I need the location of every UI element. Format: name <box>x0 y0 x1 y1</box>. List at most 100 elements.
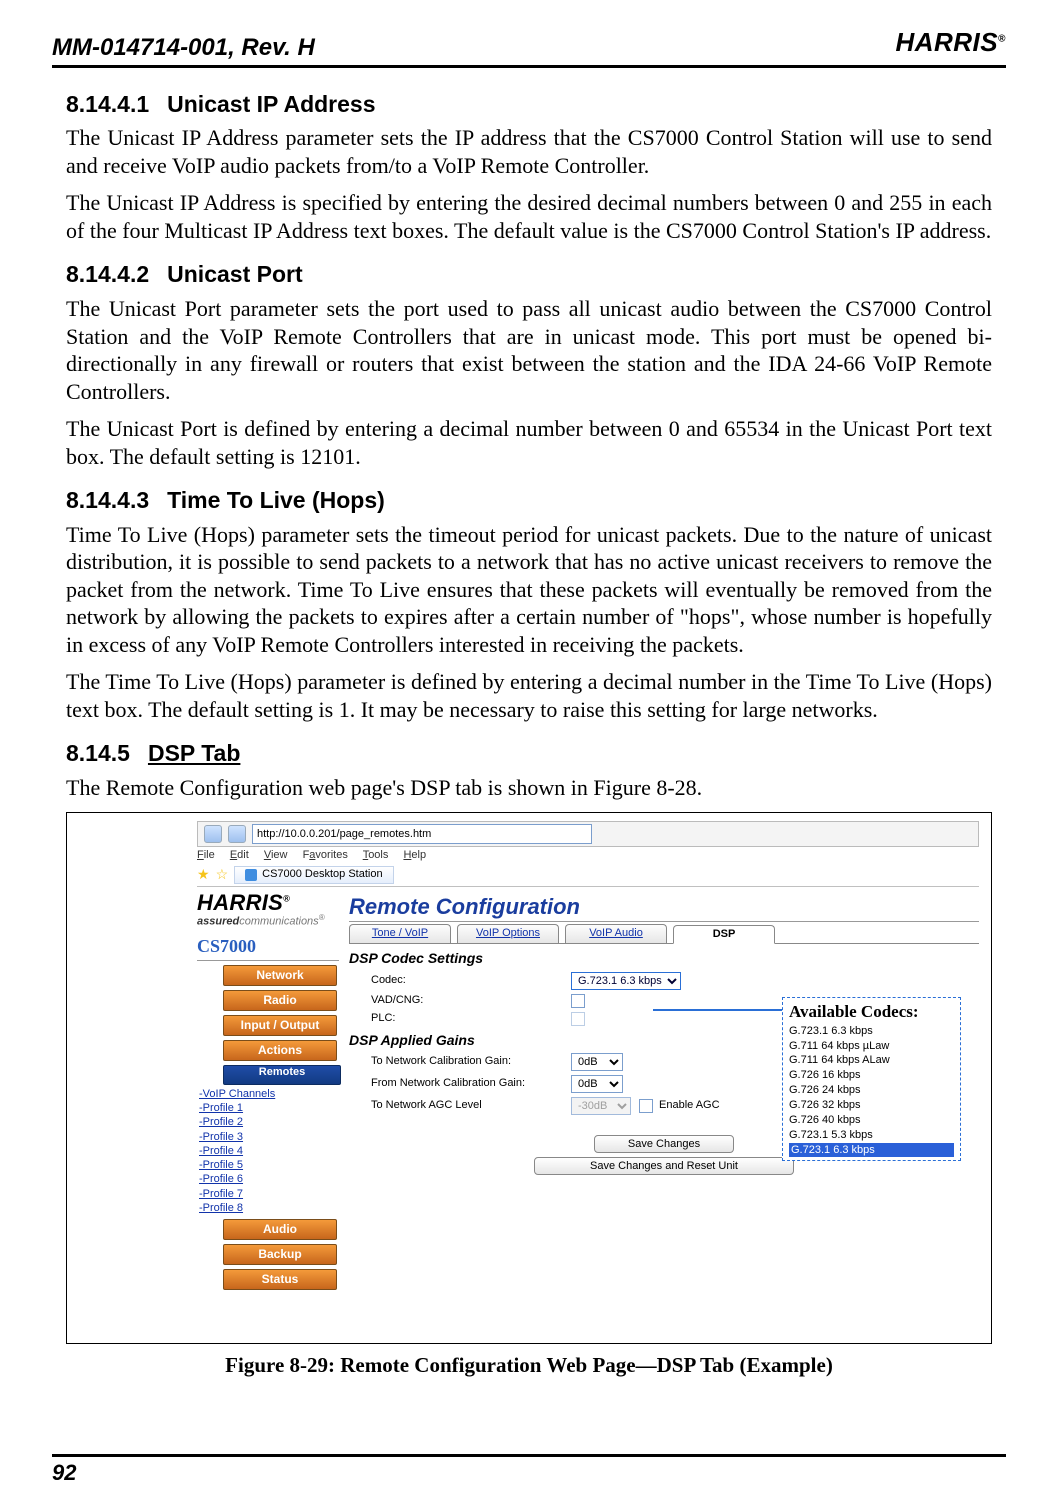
nav-status[interactable]: Status <box>223 1269 337 1290</box>
nav-io[interactable]: Input / Output <box>223 1015 337 1036</box>
sublink-profile8[interactable]: -Profile 8 <box>199 1201 339 1215</box>
add-favorite-star-icon[interactable]: ☆ <box>216 866 229 884</box>
nav-sublinks: -VoIP Channels -Profile 1 -Profile 2 -Pr… <box>199 1087 339 1216</box>
sublink-profile3[interactable]: -Profile 3 <box>199 1130 339 1144</box>
section-number: 8.14.5 <box>66 740 130 766</box>
nav-radio[interactable]: Radio <box>223 990 337 1011</box>
forward-icon[interactable] <box>228 825 246 843</box>
menu-help[interactable]: Help <box>403 849 426 861</box>
save-reset-button[interactable]: Save Changes and Reset Unit <box>534 1157 794 1175</box>
paragraph: The Unicast IP Address is specified by e… <box>66 189 992 244</box>
section-number: 8.14.4.2 <box>66 261 149 287</box>
group-codec-settings: DSP Codec Settings <box>349 950 979 968</box>
section-title: Time To Live (Hops) <box>167 487 385 513</box>
browser-tabbar: ★ ☆ CS7000 Desktop Station <box>197 866 979 887</box>
plc-label: PLC: <box>371 1012 571 1026</box>
nav-audio[interactable]: Audio <box>223 1219 337 1240</box>
browser-menu: File Edit View Favorites Tools Help <box>197 849 979 863</box>
fn-gain-label: From Network Calibration Gain: <box>371 1077 571 1091</box>
paragraph: The Unicast IP Address parameter sets th… <box>66 124 992 179</box>
tn-gain-label: To Network Calibration Gain: <box>371 1055 571 1069</box>
menu-edit[interactable]: Edit <box>230 849 249 861</box>
agc-enable-label: Enable AGC <box>659 1099 720 1113</box>
vad-checkbox[interactable] <box>571 994 585 1008</box>
panel-title: Remote Configuration <box>349 893 979 922</box>
doc-id: MM-014714-001, Rev. H <box>52 33 315 63</box>
sidebar-logo-text: HARRIS <box>197 890 283 915</box>
agc-label: To Network AGC Level <box>371 1099 571 1113</box>
section-heading: 8.14.4.2Unicast Port <box>66 260 992 289</box>
address-bar <box>197 821 979 847</box>
save-button[interactable]: Save Changes <box>594 1135 734 1153</box>
figure-caption: Figure 8-29: Remote Configuration Web Pa… <box>66 1352 992 1378</box>
codec-option-selected: G.723.1 6.3 kbps <box>789 1143 954 1158</box>
nav-network[interactable]: Network <box>223 965 337 986</box>
vad-label: VAD/CNG: <box>371 994 571 1008</box>
codec-option-label: G.723.1 6.3 kbps <box>789 1143 954 1158</box>
sublink-profile7[interactable]: -Profile 7 <box>199 1187 339 1201</box>
figure-box: File Edit View Favorites Tools Help ★ ☆ … <box>66 812 992 1344</box>
row-codec: Codec: G.723.1 6.3 kbps <box>371 972 979 990</box>
page-content: 8.14.4.1Unicast IP Address The Unicast I… <box>52 90 1006 1378</box>
tab-tone-voip[interactable]: Tone / VoIP <box>349 924 451 944</box>
product-label: CS7000 <box>197 935 339 961</box>
nav-actions[interactable]: Actions <box>223 1040 337 1061</box>
browser-mock: File Edit View Favorites Tools Help ★ ☆ … <box>197 821 979 1335</box>
section-heading: 8.14.5 DSP Tab <box>66 739 992 768</box>
page-number: 92 <box>52 1454 1006 1487</box>
brand-text: HARRIS <box>895 27 998 57</box>
section-number: 8.14.4.1 <box>66 91 149 117</box>
sublink-profile2[interactable]: -Profile 2 <box>199 1115 339 1129</box>
brand-logo: HARRIS® <box>895 26 1006 59</box>
callout-title: Available Codecs: <box>789 1001 954 1022</box>
sidebar: HARRIS® assuredcommunications® CS7000 Ne… <box>197 893 339 1290</box>
codec-select[interactable]: G.723.1 6.3 kbps <box>571 972 681 990</box>
menu-tools[interactable]: Tools <box>363 849 389 861</box>
browser-tab-title: CS7000 Desktop Station <box>262 868 382 882</box>
section-title: DSP Tab <box>148 740 240 766</box>
section-heading: 8.14.4.1Unicast IP Address <box>66 90 992 119</box>
sublink-profile4[interactable]: -Profile 4 <box>199 1144 339 1158</box>
sublink-profile1[interactable]: -Profile 1 <box>199 1101 339 1115</box>
sublink-profile5[interactable]: -Profile 5 <box>199 1158 339 1172</box>
paragraph: Time To Live (Hops) parameter sets the t… <box>66 521 992 659</box>
codec-option: G.711 64 kbps µLaw <box>789 1039 954 1054</box>
tn-gain-select[interactable]: 0dB <box>571 1053 623 1071</box>
paragraph: The Time To Live (Hops) parameter is def… <box>66 668 992 723</box>
nav-remotes[interactable]: Remotes <box>223 1065 341 1085</box>
menu-file[interactable]: File <box>197 849 215 861</box>
page-header: MM-014714-001, Rev. H HARRIS® <box>52 30 1006 68</box>
codec-option: G.723.1 5.3 kbps <box>789 1128 954 1143</box>
tag2: communications <box>239 915 318 927</box>
sidebar-tagline: assuredcommunications® <box>197 913 339 929</box>
codec-label: Codec: <box>371 974 571 988</box>
menu-favorites[interactable]: Favorites <box>303 849 348 861</box>
codec-option: G.726 16 kbps <box>789 1068 954 1083</box>
favicon-icon <box>245 869 257 881</box>
codec-option: G.723.1 6.3 kbps <box>789 1024 954 1039</box>
sublink-profile6[interactable]: -Profile 6 <box>199 1172 339 1186</box>
codec-option: G.726 40 kbps <box>789 1113 954 1128</box>
tab-voip-options[interactable]: VoIP Options <box>457 924 559 944</box>
tab-voip-audio[interactable]: VoIP Audio <box>565 924 667 944</box>
back-icon[interactable] <box>204 825 222 843</box>
fn-gain-select[interactable]: 0dB <box>571 1075 623 1093</box>
section-heading: 8.14.4.3Time To Live (Hops) <box>66 486 992 515</box>
menu-view[interactable]: View <box>264 849 288 861</box>
tab-dsp[interactable]: DSP <box>673 925 775 945</box>
agc-enable-checkbox[interactable] <box>639 1099 653 1113</box>
tag1: assured <box>197 915 239 927</box>
config-tabs: Tone / VoIP VoIP Options VoIP Audio DSP <box>349 924 979 945</box>
sublink-voip-channels[interactable]: -VoIP Channels <box>199 1087 339 1101</box>
url-input[interactable] <box>252 824 592 844</box>
nav-backup[interactable]: Backup <box>223 1244 337 1265</box>
paragraph: The Remote Configuration web page's DSP … <box>66 774 992 802</box>
browser-tab[interactable]: CS7000 Desktop Station <box>234 866 393 884</box>
codec-option: G.726 32 kbps <box>789 1098 954 1113</box>
codecs-callout: Available Codecs: G.723.1 6.3 kbps G.711… <box>782 997 961 1162</box>
paragraph: The Unicast Port parameter sets the port… <box>66 295 992 405</box>
agc-select: -30dB <box>571 1097 631 1115</box>
favorites-star-icon[interactable]: ★ <box>197 866 210 884</box>
reg-mark: ® <box>998 33 1006 44</box>
plc-checkbox[interactable] <box>571 1012 585 1026</box>
